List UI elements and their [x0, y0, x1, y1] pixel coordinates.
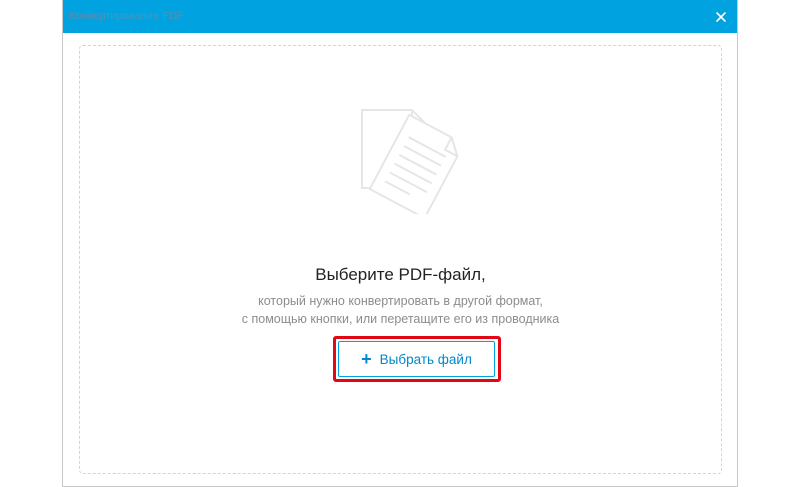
dialog-title: Конвертирование PDF: [69, 10, 184, 22]
close-button[interactable]: [713, 9, 729, 25]
file-drop-zone[interactable]: Выберите PDF-файл, который нужно конверт…: [79, 45, 722, 474]
drop-zone-subtitle-line-2: с помощью кнопки, или перетащите его из …: [241, 312, 560, 326]
choose-file-button[interactable]: + Выбрать файл: [338, 341, 495, 377]
drop-zone-subtitle-line-1: который нужно конвертировать в другой фо…: [258, 294, 543, 308]
choose-file-label: Выбрать файл: [379, 351, 472, 367]
close-icon: [716, 12, 726, 22]
dialog-titlebar: Конвертирование PDF: [63, 0, 737, 33]
drop-zone-headline: Выберите PDF-файл,: [315, 265, 486, 284]
plus-icon: +: [361, 349, 372, 369]
documents-icon: [361, 109, 459, 214]
convert-pdf-dialog: Конвертирование PDF Выберите PDF-файл, к…: [62, 0, 738, 487]
